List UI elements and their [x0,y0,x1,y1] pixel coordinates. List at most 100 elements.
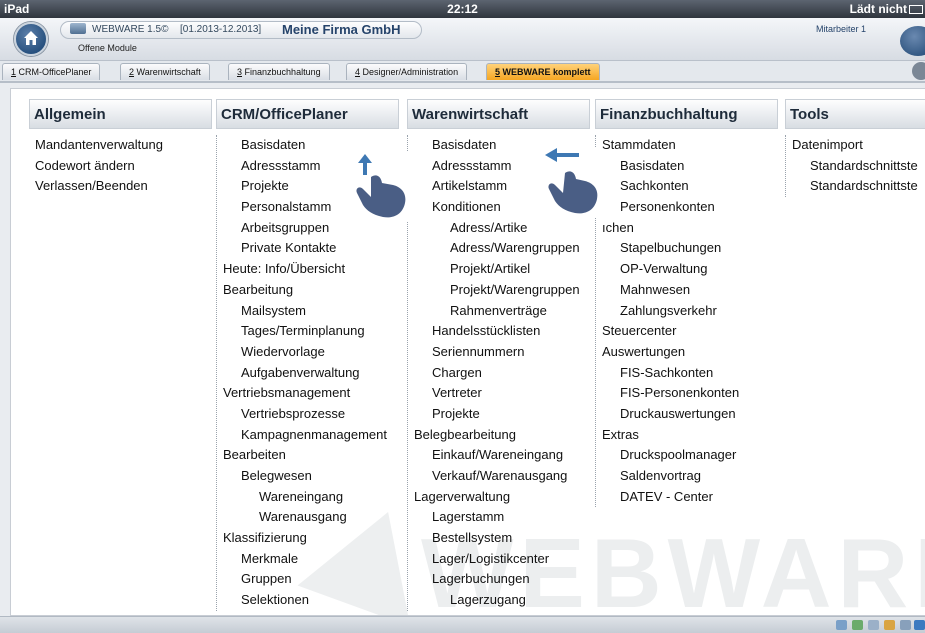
tray-icon-3[interactable] [868,620,879,630]
app-header: WEBWARE 1.5© [01.2013-12.2013] Meine Fir… [0,18,925,61]
tab-finanzbuchhaltung[interactable]: 3 Finanzbuchhaltung [228,63,330,80]
menu-item[interactable]: Mailsystem [217,301,399,322]
tab-label: Warenwirtschaft [136,67,201,77]
menu-item[interactable]: Klassifizierung [217,528,399,549]
menu-item[interactable]: Adress/Warengruppen [408,238,590,259]
column-header: Warenwirtschaft [407,99,590,129]
menu-item[interactable]: DATEV - Center [596,487,778,508]
menu-item[interactable]: Saldenvortrag [596,466,778,487]
menu-item[interactable]: Handelsstücklisten [408,321,590,342]
column-header: CRM/OfficePlaner [216,99,399,129]
menu-item[interactable]: FIS-Sachkonten [596,363,778,384]
menu-item[interactable]: Mahnwesen [596,280,778,301]
charging-status: Lädt nicht [849,2,907,16]
company-name: Meine Firma GmbH [282,22,401,37]
home-button[interactable] [14,22,48,56]
app-version: WEBWARE 1.5© [92,24,169,35]
menu-item[interactable]: Stammdaten [596,135,778,156]
search-button[interactable] [912,62,925,80]
menu-item[interactable]: Kampagnenmanagement [217,425,399,446]
menu-item[interactable]: Bearbeiten [217,445,399,466]
menu-item[interactable]: Verkauf/Warenausgang [408,466,590,487]
battery-icon [909,5,923,14]
menu-item[interactable]: Adress/Artike [408,218,590,239]
menu-item[interactable]: Belegbearbeitung [408,425,590,446]
menu-item[interactable]: Lagerzugang [408,590,590,611]
menu-item[interactable]: Warenausgang [217,507,399,528]
menu-item[interactable]: Stapelbuchungen [596,238,778,259]
menu-item[interactable]: Standardschnittste [786,176,925,197]
menu-item[interactable]: FIS-Personenkonten [596,383,778,404]
menu-item[interactable]: Selektionen [217,590,399,611]
menu-item[interactable]: Rahmenverträge [408,301,590,322]
tray-icon-6[interactable] [914,620,925,630]
column-items: Mandantenverwaltung Codewort ändern Verlas… [29,135,212,197]
column-items: Datenimport Standardschnittste Standardsch… [785,135,925,198]
menu-item[interactable]: Druckauswertungen [596,404,778,425]
tab-number: 5 [495,67,501,77]
menu-item[interactable]: Projekt/Warengruppen [408,280,590,301]
menu-item[interactable]: Heute: Info/Übersicht [217,259,399,280]
menu-item[interactable]: Chargen [408,363,590,384]
menu-item[interactable]: Druckspoolmanager [596,445,778,466]
header-right-button[interactable] [900,26,925,56]
menu-item[interactable]: Verlassen/Beenden [29,176,212,197]
menu-item[interactable]: Personenkonten [596,197,778,218]
menu-item[interactable]: Datenimport [786,135,925,156]
tray-icon-5[interactable] [900,620,911,630]
menu-item[interactable]: Belegwesen [217,466,399,487]
menu-item[interactable]: Mandantenverwaltung [29,135,212,156]
menu-item[interactable]: Vertreter [408,383,590,404]
wrench-icon [70,23,86,34]
tray-icon-4[interactable] [884,620,895,630]
menu-item[interactable]: Lager/Logistikcenter [408,549,590,570]
menu-item[interactable]: Lagerverwaltung [408,487,590,508]
menu-item[interactable]: Merkmale [217,549,399,570]
tab-webware-komplett[interactable]: 5 WEBWARE komplett [486,63,600,80]
menu-item[interactable]: Basisdaten [596,156,778,177]
menu-item[interactable]: Wiedervorlage [217,342,399,363]
tab-label: WEBWARE komplett [502,67,591,77]
column-header: Allgemein [29,99,212,129]
menu-item[interactable]: Codewort ändern [29,156,212,177]
menu-item[interactable]: Tages/Terminplanung [217,321,399,342]
clock: 22:12 [447,2,478,16]
menu-item[interactable]: Lagerstamm [408,507,590,528]
tray-icon-1[interactable] [836,620,847,630]
menu-item[interactable]: Projekt/Artikel [408,259,590,280]
menu-item[interactable]: Sachkonten [596,176,778,197]
ios-status-bar: iPad 22:12 Lädt nicht [0,0,925,18]
tab-designer-administration[interactable]: 4 Designer/Administration [346,63,468,80]
open-modules-label[interactable]: Offene Module [78,43,137,53]
menu-item[interactable]: Private Kontakte [217,238,399,259]
tab-label: CRM-OfficePlaner [18,67,92,77]
menu-item[interactable]: Extras [596,425,778,446]
menu-item[interactable]: Bestellsystem [408,528,590,549]
menu-item[interactable]: Projekte [408,404,590,425]
tab-warenwirtschaft[interactable]: 2 Warenwirtschaft [120,63,210,80]
tab-label: Finanzbuchhaltung [244,67,321,77]
tab-number: 2 [129,67,135,77]
fiscal-period: [01.2013-12.2013] [180,24,262,35]
menu-item[interactable]: Vertriebsprozesse [217,404,399,425]
menu-item[interactable]: Auswertungen [596,342,778,363]
menu-item[interactable]: Aufgabenverwaltung [217,363,399,384]
tab-crm-officeplaner[interactable]: 1 CRM-OfficePlaner [2,63,101,80]
menu-item[interactable]: Vertriebsmanagement [217,383,399,404]
menu-item[interactable]: Seriennummern [408,342,590,363]
column-tools: Tools Datenimport Standardschnittste Stand… [785,99,925,198]
tray-icon-2[interactable] [852,620,863,630]
menu-item[interactable]: Einkauf/Wareneingang [408,445,590,466]
menu-item[interactable]: ıchen [596,218,778,239]
menu-item[interactable]: Standardschnittste [786,156,925,177]
menu-item[interactable]: Bearbeitung [217,280,399,301]
menu-panel: WEBWARE Allgemein MandantenverwaltungCod… [10,88,925,616]
tab-number: 4 [355,67,361,77]
menu-item[interactable]: Zahlungsverkehr [596,301,778,322]
swipe-left-hand-icon [539,147,601,217]
menu-item[interactable]: Lagerbuchungen [408,569,590,590]
menu-item[interactable]: Gruppen [217,569,399,590]
menu-item[interactable]: OP-Verwaltung [596,259,778,280]
menu-item[interactable]: Steuercenter [596,321,778,342]
menu-item[interactable]: Wareneingang [217,487,399,508]
